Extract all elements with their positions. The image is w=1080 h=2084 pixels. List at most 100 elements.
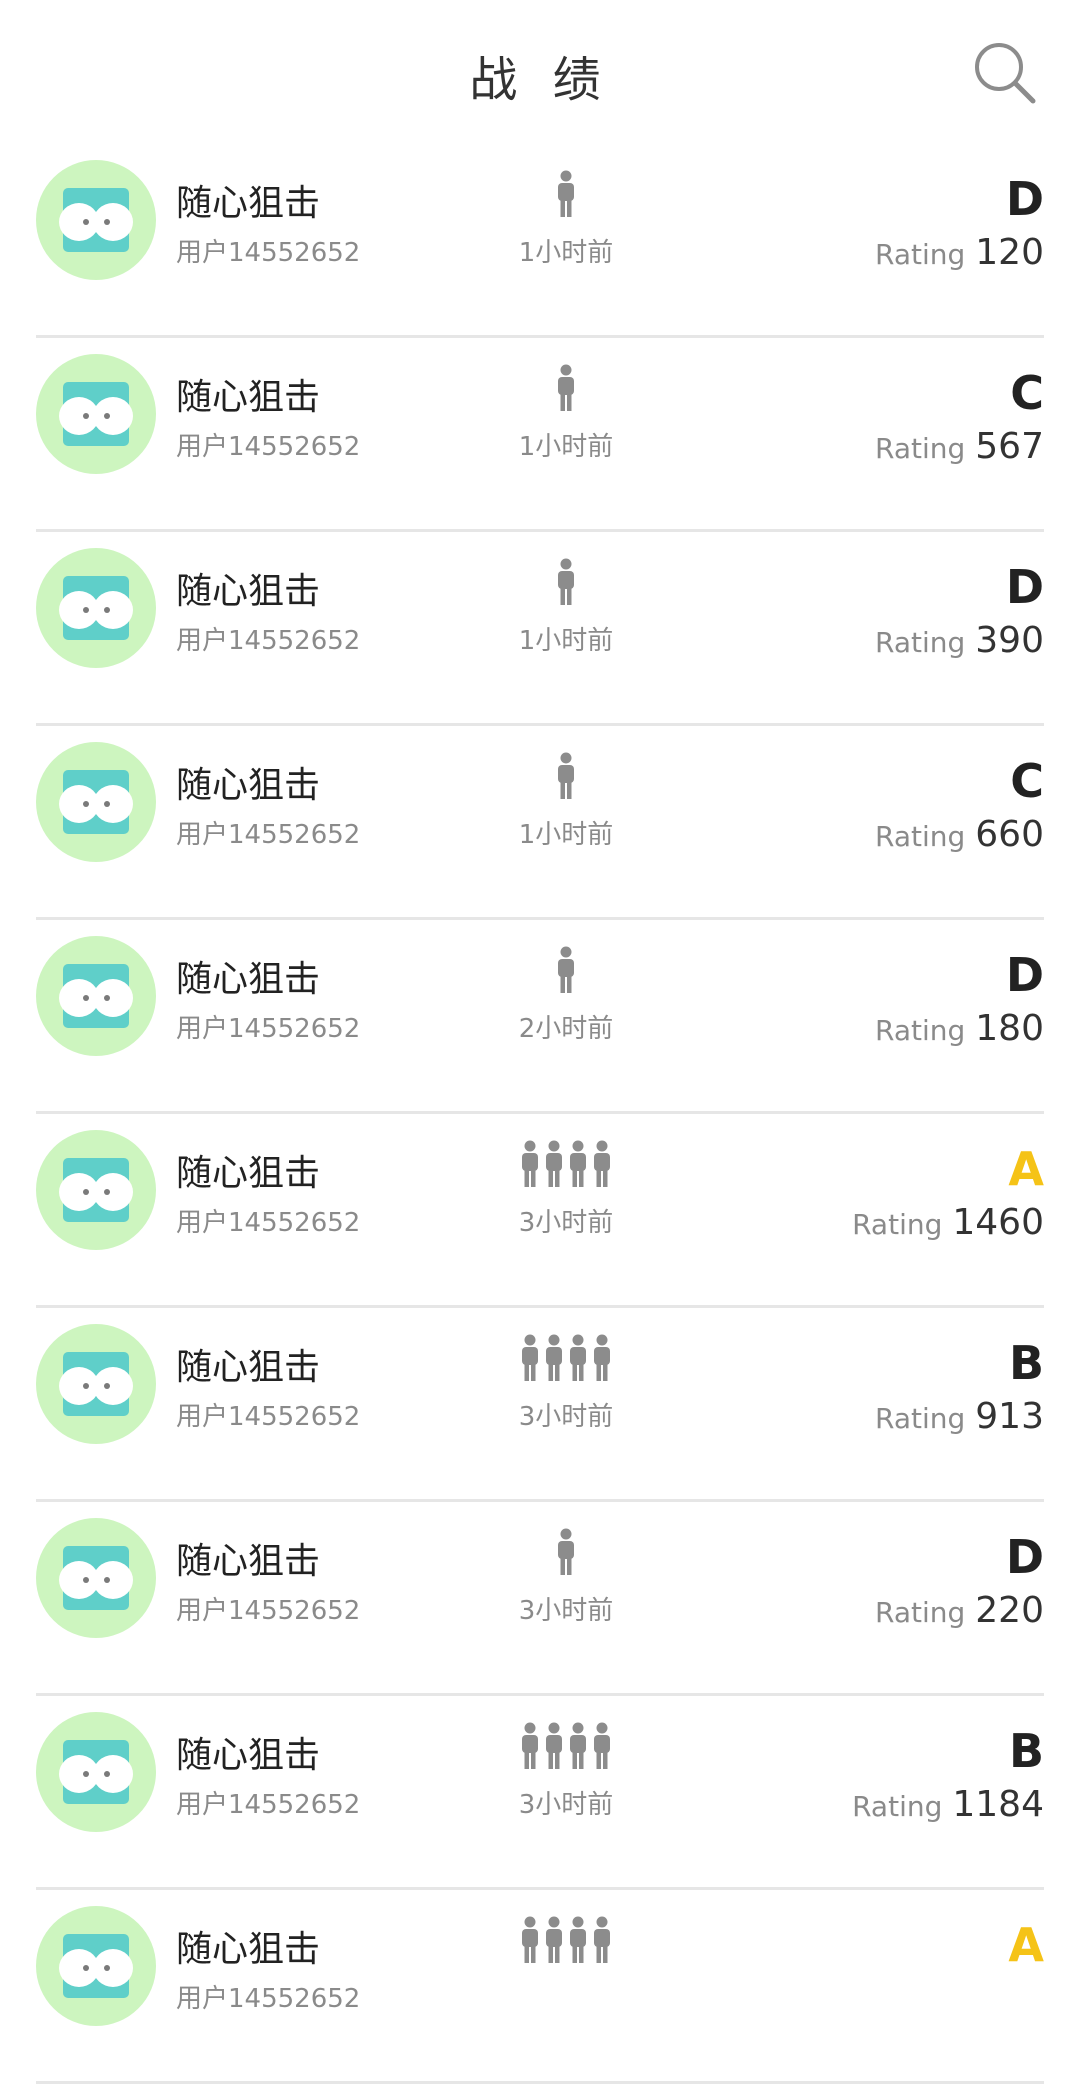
avatar-icon	[36, 936, 156, 1056]
grade-badge: A	[1008, 1918, 1044, 1972]
avatar-icon	[36, 742, 156, 862]
grade-badge: D	[1005, 560, 1044, 614]
rating-label: Rating	[875, 432, 966, 465]
person-icon	[592, 1334, 612, 1386]
rating: Rating 1184	[852, 1784, 1044, 1825]
person-icon	[556, 558, 576, 610]
match-time: 1小时前	[518, 626, 614, 656]
avatar-icon	[36, 160, 156, 280]
record-row[interactable]: 随心狙击 用户14552652 1小时前 C Rating 567	[36, 338, 1044, 532]
rating-value: 220	[975, 1590, 1044, 1631]
person-icon	[520, 1722, 540, 1774]
rating-label: Rating	[875, 820, 966, 853]
person-icon	[544, 1722, 564, 1774]
record-list: 随心狙击 用户14552652 1小时前 D Rating 120 随心狙击 用户145526…	[36, 144, 1044, 2084]
record-row[interactable]: 随心狙击 用户14552652 2小时前 D Rating 180	[36, 920, 1044, 1114]
avatar-icon	[36, 1906, 156, 2026]
user-id: 用户14552652	[176, 238, 361, 268]
avatar-icon	[36, 1712, 156, 1832]
player-name: 随心狙击	[176, 1929, 321, 1970]
grade-badge: C	[1010, 366, 1044, 420]
grade-badge: D	[1005, 948, 1044, 1002]
party-size	[506, 1528, 626, 1580]
page-title: 战 绩	[469, 52, 611, 108]
party-size	[506, 1334, 626, 1386]
rating-label: Rating	[875, 1014, 966, 1047]
rating-value: 913	[975, 1396, 1044, 1437]
record-row[interactable]: 随心狙击 用户14552652 3小时前 B Rating 1184	[36, 1696, 1044, 1890]
person-icon	[556, 364, 576, 416]
avatar-icon	[36, 1518, 156, 1638]
grade-badge: D	[1005, 172, 1044, 226]
user-id: 用户14552652	[176, 626, 361, 656]
person-icon	[592, 1916, 612, 1968]
match-time: 1小时前	[518, 432, 614, 462]
record-row[interactable]: 随心狙击 用户14552652 3小时前 B Rating 913	[36, 1308, 1044, 1502]
search-icon[interactable]	[972, 40, 1038, 106]
rating-value: 180	[975, 1008, 1044, 1049]
user-id: 用户14552652	[176, 1596, 361, 1626]
rating: Rating 120	[875, 232, 1044, 273]
person-icon	[568, 1334, 588, 1386]
party-size	[506, 1722, 626, 1774]
player-name: 随心狙击	[176, 1347, 321, 1388]
grade-badge: A	[1008, 1142, 1044, 1196]
record-row[interactable]: 随心狙击 用户14552652 3小时前 A Rating 1460	[36, 1114, 1044, 1308]
match-time: 1小时前	[518, 238, 614, 268]
grade-badge: B	[1008, 1724, 1044, 1778]
user-id: 用户14552652	[176, 1984, 361, 2014]
match-time: 3小时前	[518, 1402, 614, 1432]
person-icon	[568, 1140, 588, 1192]
party-size	[506, 364, 626, 416]
record-row[interactable]: 随心狙击用户14552652 1小时前 D Rating 120	[36, 144, 1044, 338]
user-id: 用户14552652	[176, 1014, 361, 1044]
rating-label: Rating	[875, 1596, 966, 1629]
person-icon	[556, 1528, 576, 1580]
rating-label: Rating	[875, 626, 966, 659]
player-name: 随心狙击	[176, 1735, 321, 1776]
player-name: 随心狙击	[176, 959, 321, 1000]
user-id: 用户14552652	[176, 1402, 361, 1432]
rating-value: 660	[975, 814, 1044, 855]
person-icon	[544, 1140, 564, 1192]
party-size	[506, 170, 626, 222]
match-time: 1小时前	[518, 820, 614, 850]
party-size	[506, 1916, 626, 1968]
user-id: 用户14552652	[176, 1790, 361, 1820]
avatar-icon	[36, 1130, 156, 1250]
person-icon	[544, 1916, 564, 1968]
rating-value: 1184	[952, 1784, 1044, 1825]
rating: Rating 390	[875, 620, 1044, 661]
rating-label: Rating	[875, 1402, 966, 1435]
player-name: 随心狙击	[176, 183, 321, 224]
party-size	[506, 946, 626, 998]
match-time: 3小时前	[518, 1596, 614, 1626]
person-icon	[592, 1140, 612, 1192]
player-name: 随心狙击	[176, 765, 321, 806]
avatar-icon	[36, 354, 156, 474]
person-icon	[520, 1140, 540, 1192]
rating-label: Rating	[875, 238, 966, 271]
rating: Rating 660	[875, 814, 1044, 855]
record-row[interactable]: 随心狙击 用户14552652 1小时前 D Rating 390	[36, 532, 1044, 726]
person-icon	[592, 1722, 612, 1774]
party-size	[506, 558, 626, 610]
person-icon	[556, 946, 576, 998]
record-row[interactable]: 随心狙击 用户14552652 3小时前 D Rating 220	[36, 1502, 1044, 1696]
rating-label: Rating	[852, 1790, 943, 1823]
rating-value: 1460	[952, 1202, 1044, 1243]
rating-value: 390	[975, 620, 1044, 661]
person-icon	[520, 1916, 540, 1968]
rating-value: 120	[975, 232, 1044, 273]
avatar-icon	[36, 1324, 156, 1444]
person-icon	[556, 752, 576, 804]
record-row[interactable]: 随心狙击用户14552652 A	[36, 1890, 1044, 2084]
rating: Rating 220	[875, 1590, 1044, 1631]
record-row[interactable]: 随心狙击 用户14552652 1小时前 C Rating 660	[36, 726, 1044, 920]
rating-label: Rating	[852, 1208, 943, 1241]
rating: Rating 180	[875, 1008, 1044, 1049]
rating-value: 567	[975, 426, 1044, 467]
rating: Rating 913	[875, 1396, 1044, 1437]
user-id: 用户14552652	[176, 432, 361, 462]
person-icon	[520, 1334, 540, 1386]
